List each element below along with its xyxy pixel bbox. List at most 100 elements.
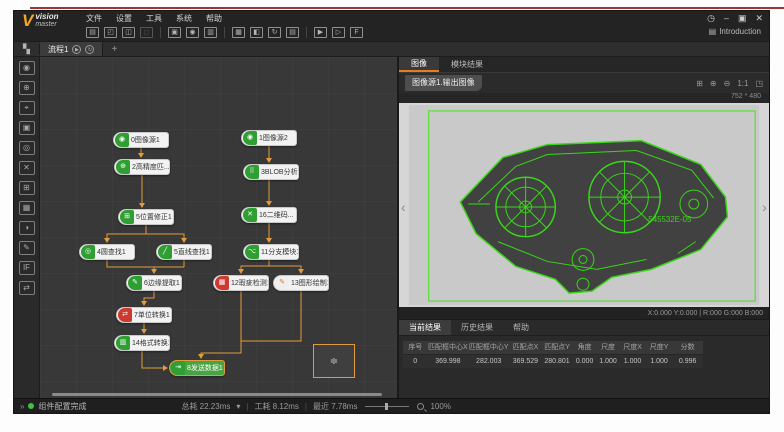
work-time-label: 工耗 8.12ms — [254, 401, 298, 412]
right-panel: 图像模块结果 图像源1.输出图像 ⊞⊕⊖1:1◳ 752 * 480 — [397, 57, 769, 398]
menu-item-4[interactable]: 帮助 — [206, 13, 222, 24]
communication-icon[interactable]: ⇄ — [19, 281, 35, 295]
save-as-icon[interactable]: ◫ — [122, 27, 135, 38]
layout-icon[interactable]: ▣ — [168, 27, 181, 38]
flow-node-3[interactable]: ⠿3BLOB分析1 — [243, 164, 299, 180]
run-icon[interactable]: ▶ — [314, 27, 327, 38]
flow-node-4[interactable]: ⊞5位置修正1 — [118, 209, 174, 225]
results-tabs: 当前结果历史结果帮助 — [399, 320, 769, 336]
minimize-icon[interactable]: – — [724, 13, 729, 24]
prev-image-arrow[interactable]: ‹ — [401, 199, 406, 215]
flow-node-6[interactable]: ◎4圆查找1 — [79, 244, 135, 260]
column-view-icon[interactable]: ▥ — [204, 27, 217, 38]
close-icon[interactable]: ✕ — [755, 13, 763, 24]
menu-item-3[interactable]: 系统 — [176, 13, 192, 24]
image-viewport[interactable]: 545532E-05 ‹ › — [399, 103, 769, 307]
flow-node-label: 0图像源1 — [131, 135, 168, 145]
table-cell: 0.996 — [672, 354, 703, 368]
results-tab-2[interactable]: 帮助 — [503, 320, 539, 335]
next-image-arrow[interactable]: › — [762, 199, 767, 215]
flow-tab-bar: ▚ 流程1 ▶ ↻ + — [14, 41, 769, 57]
flow-node-icon: ▥ — [116, 336, 130, 350]
flow-node-9[interactable]: ✎6边缘提取1 — [126, 275, 182, 291]
table-row[interactable]: 0369.998282.003369.529280.8010.0001.0001… — [403, 354, 703, 368]
flow-tree-icon[interactable]: ▚ — [14, 44, 40, 55]
module-icon[interactable]: ◧ — [250, 27, 263, 38]
flow-canvas[interactable]: ≑ ◉0图像源1 ◉1图像源2 ⊕2高精度匹... ⠿3BLOB分析1 ⊞5位置修正1 ✕… — [40, 57, 397, 398]
flow-node-0[interactable]: ◉0图像源1 — [113, 132, 169, 148]
history-icon[interactable]: ◷ — [707, 13, 715, 24]
film-icon[interactable]: ▦ — [232, 27, 245, 38]
flow-node-13[interactable]: ▥14格式转换1 — [114, 335, 170, 351]
canvas-overview-widget[interactable]: ≑ — [313, 344, 355, 378]
flow-node-icon: ✕ — [243, 208, 257, 222]
flow-tab-active[interactable]: 流程1 ▶ ↻ — [40, 42, 103, 56]
tab-image[interactable]: 图像 — [399, 57, 439, 72]
color-processing-icon[interactable]: ◑ — [19, 221, 35, 235]
one-to-one-icon[interactable]: 1:1 — [737, 79, 748, 88]
image-processing-icon[interactable]: ▦ — [19, 201, 35, 215]
menu-item-2[interactable]: 工具 — [146, 13, 162, 24]
run-once-icon[interactable]: ▷ — [332, 27, 345, 38]
results-tab-0[interactable]: 当前结果 — [399, 320, 451, 335]
global-refresh-icon[interactable]: ↻ — [268, 27, 281, 38]
calibration-icon[interactable]: ✕ — [19, 161, 35, 175]
open-folder-icon[interactable]: ◰ — [104, 27, 117, 38]
flow-loop-icon[interactable]: ↻ — [85, 45, 94, 54]
restore-icon[interactable]: ▣ — [738, 13, 747, 24]
flow-node-label: 5位置修正1 — [136, 212, 173, 222]
tab-module-result[interactable]: 模块结果 — [439, 57, 495, 72]
flow-node-2[interactable]: ⊕2高精度匹... — [114, 159, 170, 175]
zoom-out-icon[interactable]: ⊖ — [724, 79, 731, 88]
flow-node-1[interactable]: ◉1图像源2 — [241, 130, 297, 146]
flow-run-icon[interactable]: ▶ — [72, 45, 81, 54]
timing-dropdown-icon[interactable]: ▾ — [236, 402, 240, 411]
defect-detection-icon[interactable]: ✎ — [19, 241, 35, 255]
location-icon[interactable]: ⊕ — [19, 81, 35, 95]
zoom-in-icon[interactable]: ⊕ — [710, 79, 717, 88]
menu-item-1[interactable]: 设置 — [116, 13, 132, 24]
flow-node-12[interactable]: ⇄7单位转换1 — [116, 307, 172, 323]
flow-node-icon: ⠿ — [245, 165, 259, 179]
table-cell: 0.000 — [572, 354, 596, 368]
introduction-link[interactable]: ▤ Introduction — [709, 27, 761, 36]
image-source-subtab[interactable]: 图像源1.输出图像 — [405, 75, 482, 91]
measure-icon[interactable]: ⌖ — [19, 101, 35, 115]
data-queue-icon[interactable]: ▤ — [286, 27, 299, 38]
collapse-icon[interactable]: » — [14, 402, 28, 411]
alignment-icon[interactable]: ⊞ — [19, 181, 35, 195]
total-time-label: 总耗 22.23ms — [181, 401, 230, 412]
table-cell: 280.801 — [542, 354, 573, 368]
flow-node-label: 14格式转换1 — [132, 338, 169, 348]
flow-node-7[interactable]: ╱5直线查找1 — [156, 244, 212, 260]
logic-tool-icon[interactable]: IF — [19, 261, 35, 275]
deep-learning-icon[interactable]: ◎ — [19, 141, 35, 155]
toolbar-separator — [160, 27, 161, 38]
acquisition-icon[interactable]: ◉ — [19, 61, 35, 75]
flow-node-10[interactable]: ▦12瑕疵检测1 — [213, 275, 269, 291]
canvas-zoom-slider[interactable] — [365, 406, 409, 407]
expand-icon[interactable]: ◳ — [755, 79, 763, 88]
results-tab-1[interactable]: 历史结果 — [451, 320, 503, 335]
canvas-horizontal-scrollbar[interactable] — [52, 393, 382, 396]
menu-item-0[interactable]: 文件 — [86, 13, 102, 24]
title-bar: V vision master 文件设置工具系统帮助 ▤◰◫◻▣◉▥▦◧↻▤▶▷… — [14, 11, 769, 41]
flow-node-icon: ◉ — [115, 133, 129, 147]
recognition-icon[interactable]: ▣ — [19, 121, 35, 135]
pixel-info-label: X:0.000 Y:0.000 | R:000 G:000 B:000 — [648, 310, 763, 317]
table-cell: 1.000 — [619, 354, 646, 368]
results-column-header: 尺度 — [597, 341, 619, 354]
flow-node-8[interactable]: ⌥11分支模块1 — [243, 244, 299, 260]
flow-node-14[interactable]: ⇥8发送数据1 — [169, 360, 225, 376]
save-icon[interactable]: ▤ — [86, 27, 99, 38]
introduction-label: Introduction — [719, 27, 761, 36]
add-flow-button[interactable]: + — [103, 44, 125, 55]
image-result-tabs: 图像模块结果 — [399, 57, 769, 73]
function-icon[interactable]: F — [350, 27, 363, 38]
fit-view-icon[interactable]: ⊞ — [696, 79, 703, 88]
camera-icon[interactable]: ◉ — [186, 27, 199, 38]
flow-node-11[interactable]: ✎13图形绘制1 — [273, 275, 329, 291]
introduction-icon: ▤ — [709, 27, 717, 36]
flow-node-5[interactable]: ✕16二维码... — [241, 207, 297, 223]
export-icon[interactable]: ◻ — [140, 27, 153, 38]
